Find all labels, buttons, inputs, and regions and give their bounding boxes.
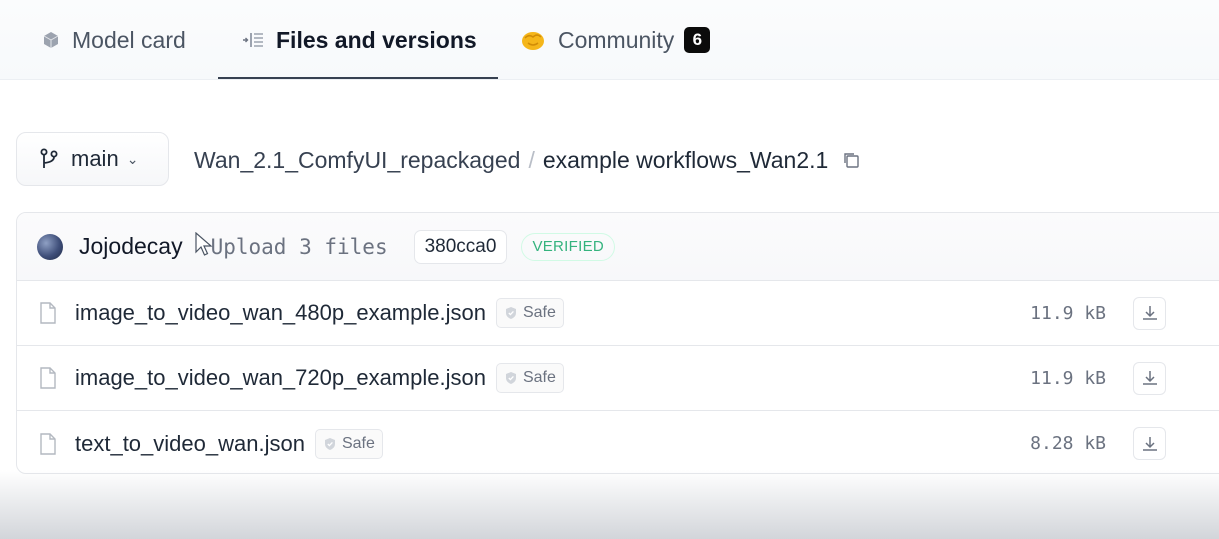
branch-name: main [71, 146, 119, 171]
commit-sha[interactable]: 380cca0 [413, 229, 508, 264]
breadcrumb: Wan_2.1_ComfyUI_repackaged / example wor… [194, 142, 860, 178]
breadcrumb-repo-link[interactable]: Wan_2.1_ComfyUI_repackaged [194, 147, 520, 174]
repo-tabs-bar: Model card Files and versions Community … [0, 0, 1219, 80]
download-icon [1141, 304, 1159, 322]
mouse-pointer-icon [195, 231, 213, 263]
breadcrumb-separator: / [528, 146, 535, 173]
cube-icon [42, 31, 60, 49]
tab-model-card-label: Model card [72, 26, 186, 53]
safe-badge[interactable]: Safe [495, 363, 564, 393]
download-button[interactable] [1133, 296, 1166, 330]
tab-community-label: Community [558, 26, 675, 53]
download-button[interactable] [1133, 361, 1166, 395]
bottom-shade [0, 470, 1219, 539]
download-button[interactable] [1133, 427, 1166, 460]
list-icon [242, 31, 264, 49]
file-name-link[interactable]: image_to_video_wan_720p_example.json [75, 365, 486, 391]
community-count-badge: 6 [684, 27, 711, 53]
chevron-down-icon: ⌄ [126, 150, 139, 167]
tab-model-card[interactable]: Model card [42, 0, 186, 80]
branch-selector[interactable]: main ⌄ [16, 132, 169, 186]
file-icon [39, 367, 57, 389]
avatar[interactable] [37, 233, 63, 260]
file-row: image_to_video_wan_720p_example.json Saf… [17, 346, 1219, 411]
file-row: text_to_video_wan.json Safe 8.28 kB [17, 411, 1219, 473]
active-tab-indicator [218, 77, 498, 79]
shield-icon [504, 306, 518, 320]
git-branch-icon [39, 148, 59, 170]
file-icon [39, 432, 57, 455]
download-icon [1141, 369, 1159, 387]
file-name-link[interactable]: image_to_video_wan_480p_example.json [75, 300, 486, 326]
shield-icon [504, 371, 518, 385]
file-name-link[interactable]: text_to_video_wan.json [75, 431, 305, 457]
shield-icon [323, 437, 337, 451]
commit-author[interactable]: Jojodecay [79, 233, 183, 260]
download-icon [1141, 435, 1159, 453]
tab-files-and-versions[interactable]: Files and versions [242, 0, 477, 80]
file-size: 11.9 kB [1030, 367, 1106, 389]
safe-badge[interactable]: Safe [314, 428, 383, 459]
file-size: 8.28 kB [1030, 433, 1106, 454]
breadcrumb-current-folder: example workflows_Wan2.1 [542, 146, 829, 173]
hand-icon [520, 28, 546, 52]
verified-badge: VERIFIED [521, 232, 616, 261]
commit-message[interactable]: Upload 3 files [211, 235, 388, 259]
safe-badge-label: Safe [522, 369, 556, 386]
file-size: 11.9 kB [1030, 302, 1106, 324]
copy-icon[interactable] [842, 151, 860, 169]
safe-badge[interactable]: Safe [495, 298, 564, 328]
file-icon [39, 302, 57, 324]
tab-community[interactable]: Community 6 [520, 0, 711, 80]
safe-badge-label: Safe [341, 434, 375, 452]
file-row: image_to_video_wan_480p_example.json Saf… [17, 281, 1219, 346]
safe-badge-label: Safe [522, 304, 556, 321]
tab-files-and-versions-label: Files and versions [276, 26, 477, 53]
